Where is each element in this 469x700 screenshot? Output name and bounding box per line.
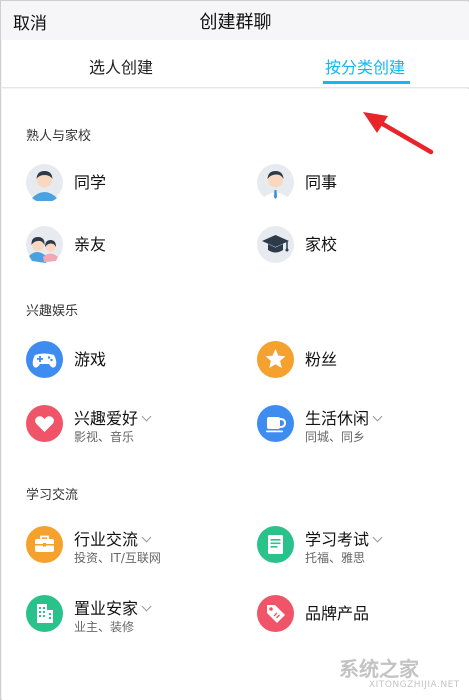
category-housing[interactable]: 置业安家 业主、装修 [26,595,226,645]
category-subtitle: 托福、雅思 [305,551,366,565]
category-leisure[interactable]: 生活休闲 同城、同乡 [257,405,457,455]
page-title: 创建群聊 [199,12,272,33]
watermark-logo: 系统之家 XITONGZHIJIA.NET [339,653,467,697]
category-exams[interactable]: 学习考试 托福、雅思 [257,526,457,576]
category-classmate[interactable]: 同学 [26,164,226,214]
watermark-subtext: XITONGZHIJIA.NET [369,680,460,690]
section-title-acquaintances: 熟人与家校 [26,129,92,144]
category-home-school[interactable]: 家校 [257,226,457,276]
star-icon [257,341,294,378]
colleague-avatar-icon [257,164,294,201]
category-industry[interactable]: 行业交流 投资、IT/互联网 [26,526,226,576]
tab-by-category[interactable]: 按分类创建 [325,54,405,78]
red-arrow-annotation [363,112,434,155]
category-subtitle: 影视、音乐 [74,430,135,444]
app-screen: 取消 创建群聊 选人创建 按分类创建 熟人与家校 同学 同事 亲友 家校 兴趣娱… [0,0,469,700]
classmate-avatar-icon [26,164,63,201]
category-label: 置业安家 [74,595,152,619]
graduation-cap-icon [257,226,294,263]
category-hobbies[interactable]: 兴趣爱好 影视、音乐 [26,405,226,455]
category-label: 生活休闲 [305,405,383,429]
section-title-interests: 兴趣娱乐 [26,304,79,319]
document-icon [257,526,294,563]
chevron-down-icon [141,411,152,422]
chevron-down-icon [372,411,383,422]
category-label: 同事 [305,173,338,192]
heart-icon [26,405,63,442]
category-label: 行业交流 [74,526,152,550]
building-icon [26,595,63,632]
category-colleague[interactable]: 同事 [257,164,457,214]
section-title-learning: 学习交流 [26,488,79,503]
category-subtitle: 同城、同乡 [305,430,366,444]
category-label: 粉丝 [305,350,338,369]
category-subtitle: 业主、装修 [74,620,135,634]
active-tab-indicator [323,81,410,84]
briefcase-icon [26,526,63,563]
chevron-down-icon [372,532,383,543]
category-subtitle: 投资、IT/互联网 [74,551,161,565]
gamepad-icon [26,341,63,378]
category-label: 同学 [74,173,107,192]
category-list: 熟人与家校 同学 同事 亲友 家校 兴趣娱乐 游戏 粉丝 兴趣爱好 影视、音乐 … [2,89,469,700]
family-avatar-icon [26,226,63,263]
tab-bar: 选人创建 按分类创建 [2,40,469,88]
chevron-down-icon [141,532,152,543]
category-label: 家校 [305,235,338,254]
category-label: 亲友 [74,235,107,254]
category-label: 游戏 [74,350,107,369]
category-label: 兴趣爱好 [74,405,152,429]
watermark-text: 系统之家 [339,657,419,681]
coffee-cup-icon [257,405,294,442]
category-family[interactable]: 亲友 [26,226,226,276]
category-brands[interactable]: 品牌产品 [257,595,457,645]
tab-select-people[interactable]: 选人创建 [89,54,153,78]
top-bar: 取消 创建群聊 [2,2,469,40]
category-fans[interactable]: 粉丝 [257,341,457,391]
category-games[interactable]: 游戏 [26,341,226,391]
category-label: 学习考试 [305,526,383,550]
category-label: 品牌产品 [305,604,370,623]
tag-icon [257,595,294,632]
chevron-down-icon [141,601,152,612]
